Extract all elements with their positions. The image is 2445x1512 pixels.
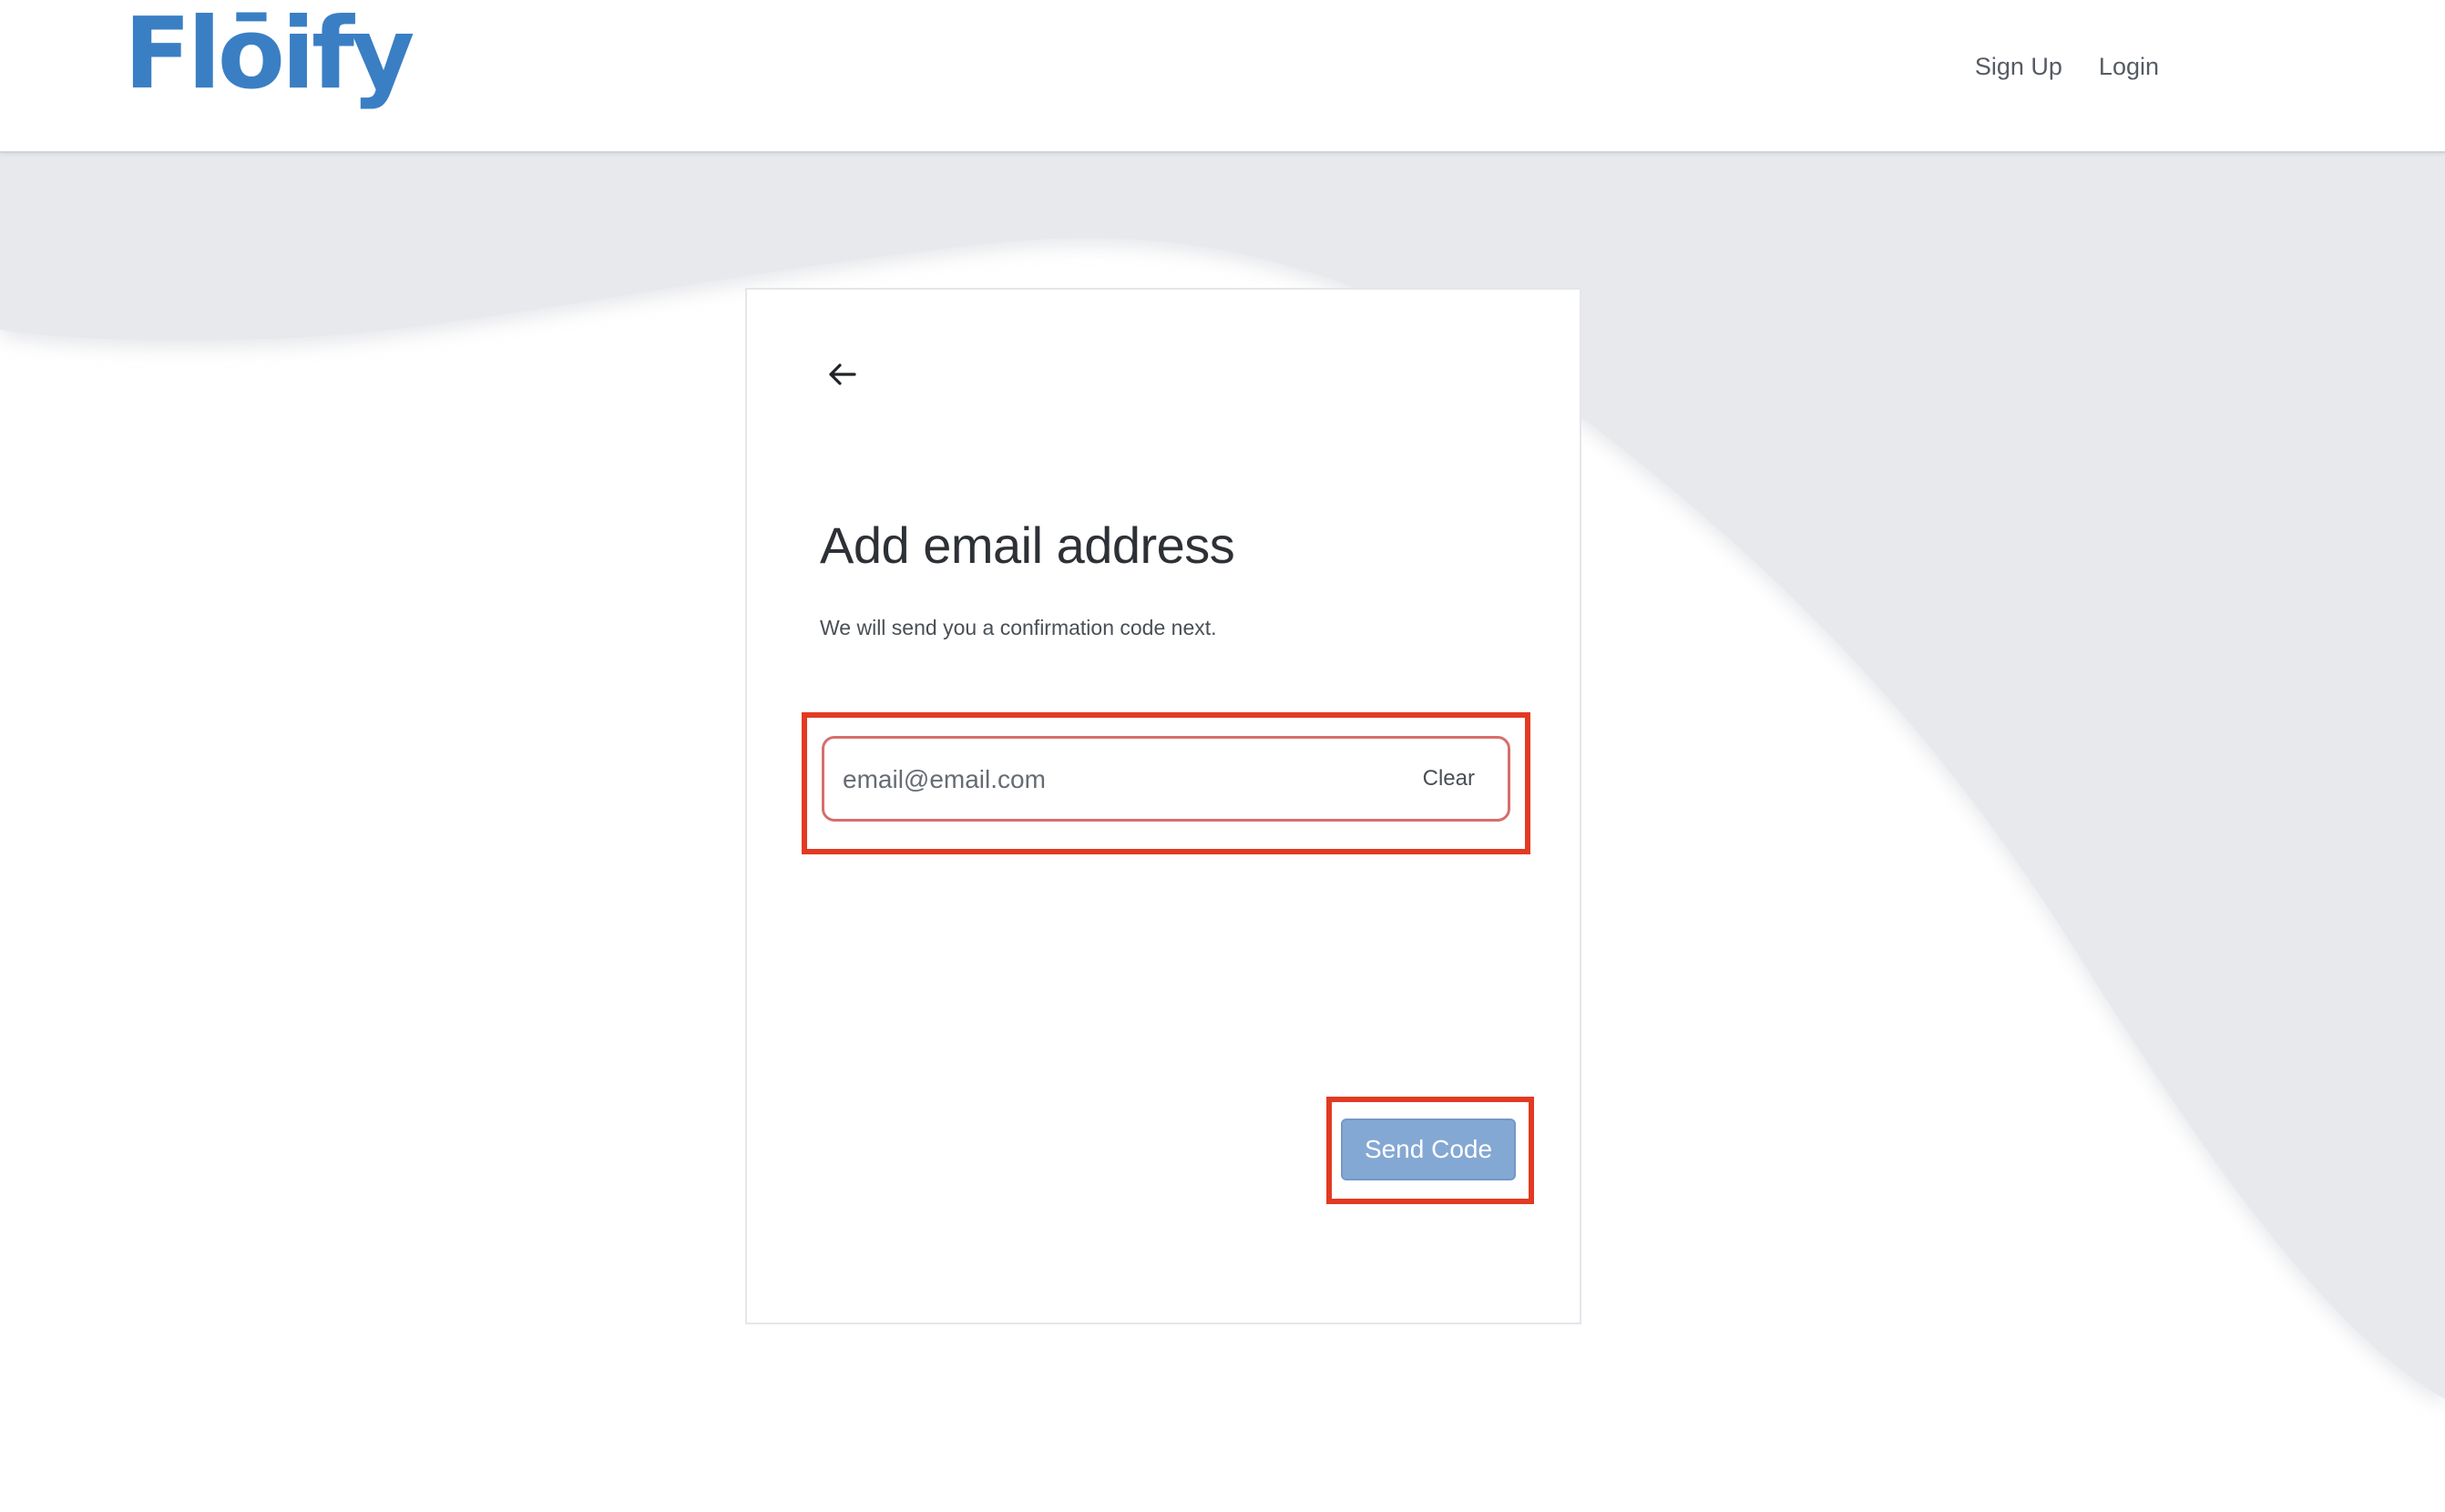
page-title: Add email address <box>820 516 1235 574</box>
email-input[interactable] <box>841 739 1373 821</box>
back-arrow-icon[interactable] <box>820 352 865 397</box>
page: Flōify Sign Up Login Add email address W… <box>0 0 2445 1512</box>
clear-button[interactable]: Clear <box>1423 766 1475 792</box>
email-field-container: Clear <box>822 736 1510 822</box>
top-nav: Sign Up Login <box>1975 53 2159 81</box>
top-header: Flōify Sign Up Login <box>0 0 2445 153</box>
signup-link[interactable]: Sign Up <box>1975 53 2062 81</box>
page-subtitle: We will send you a confirmation code nex… <box>820 616 1217 639</box>
send-code-button[interactable]: Send Code <box>1341 1119 1516 1180</box>
add-email-card: Add email address We will send you a con… <box>745 288 1581 1324</box>
floify-logo[interactable]: Flōify <box>124 5 414 104</box>
login-link[interactable]: Login <box>2099 53 2159 81</box>
